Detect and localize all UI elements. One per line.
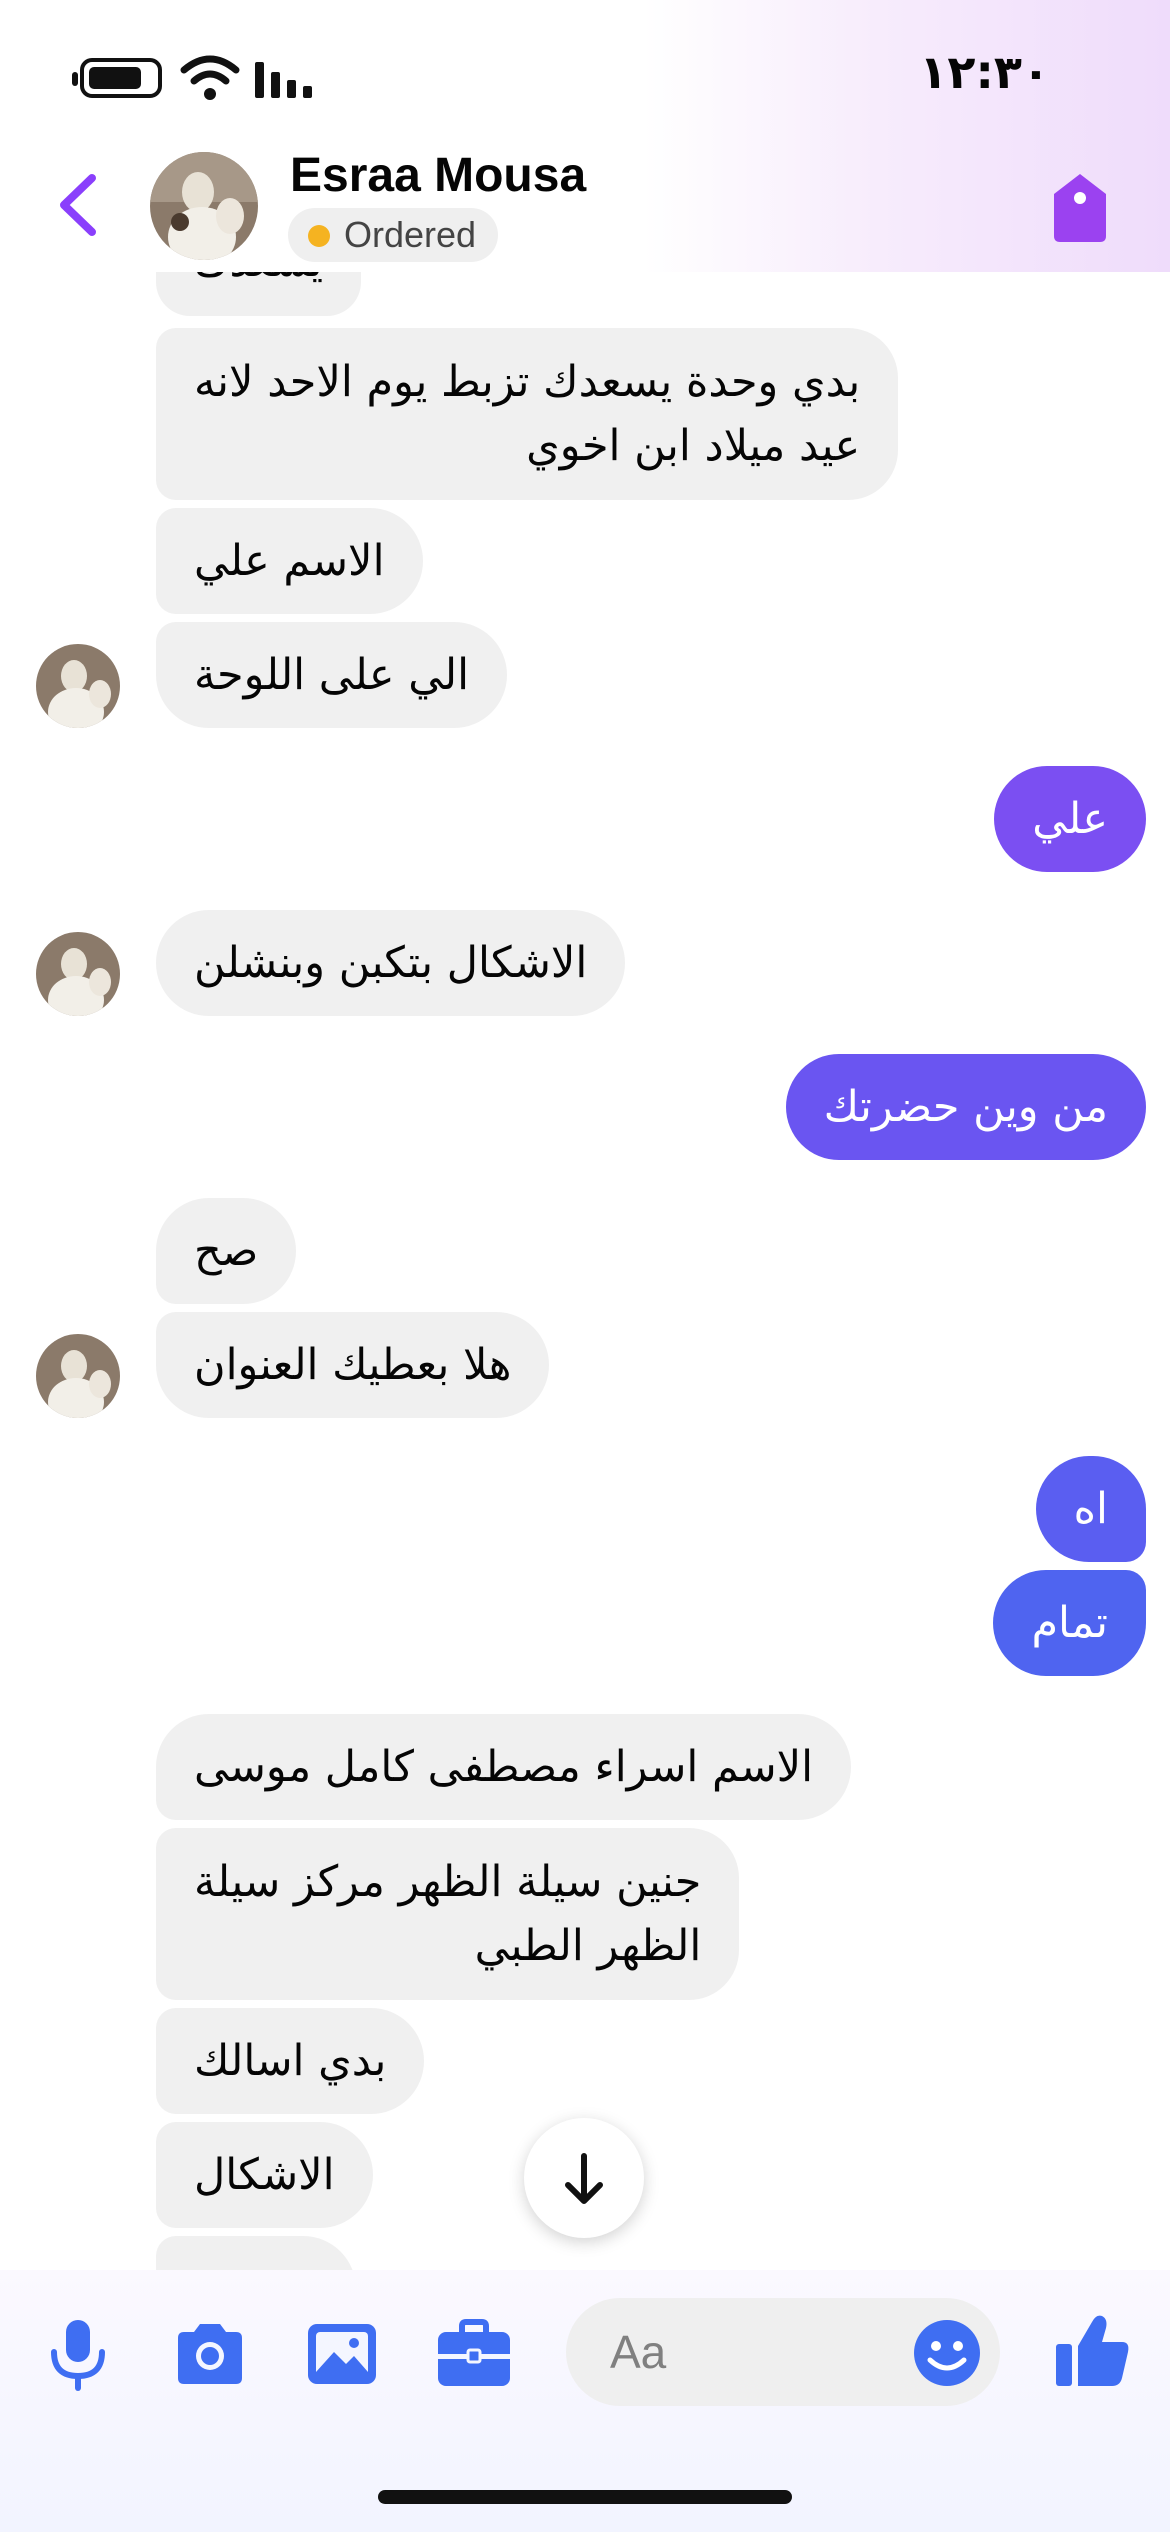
- home-indicator[interactable]: [378, 2490, 792, 2504]
- message-bubble-incoming[interactable]: الاشكال: [156, 2122, 373, 2228]
- status-dot: [308, 225, 330, 247]
- contact-avatar[interactable]: [150, 152, 258, 260]
- message-text: الاسم علي: [194, 536, 385, 586]
- sender-avatar[interactable]: [36, 932, 120, 1016]
- emoji-icon[interactable]: [912, 2318, 982, 2388]
- message-bubble-incoming[interactable]: الي على اللوحة: [156, 622, 508, 728]
- wifi-icon: [180, 55, 240, 100]
- message-bubble-incoming[interactable]: هلا بعطيك العنوان: [156, 1312, 550, 1418]
- message-text: تمام: [1031, 1598, 1108, 1648]
- scroll-to-bottom-button[interactable]: [524, 2118, 644, 2238]
- message-bubble-incoming[interactable]: الاشكال بتكبن وبنشلن: [156, 910, 626, 1016]
- message-bubble-incoming[interactable]: الاسم اسراء مصطفى كامل موسى: [156, 1714, 852, 1820]
- message-text: الي على اللوحة: [194, 650, 470, 700]
- message-list[interactable]: يسعدك بدي وحدة يسعدك تزبط يوم الاحد لانه…: [0, 272, 1170, 2270]
- message-bubble-outgoing[interactable]: تمام: [993, 1570, 1146, 1676]
- message-text-line: بدي وحدة يسعدك تزبط يوم الاحد لانه: [194, 357, 861, 407]
- tag-icon[interactable]: [1050, 172, 1110, 244]
- image-icon[interactable]: [304, 2316, 380, 2392]
- message-bubble-incoming[interactable]: بدي اسالك: [156, 2008, 425, 2114]
- message-text: هلا بعطيك العنوان: [194, 1340, 512, 1390]
- message-text: علي: [1032, 794, 1108, 844]
- message-text: الاسم اسراء مصطفى كامل موسى: [194, 1742, 814, 1792]
- microphone-icon[interactable]: [40, 2316, 116, 2392]
- message-bubble-incoming[interactable]: جنين سيلة الظهر مركز سيلة الظهر الطبي: [156, 1828, 740, 2000]
- message-bubble-outgoing[interactable]: من وين حضرتك: [785, 1054, 1146, 1160]
- order-status-badge[interactable]: Ordered: [288, 208, 499, 262]
- arrow-down-icon: [565, 2153, 603, 2204]
- message-bubble-incoming[interactable]: الاسم علي: [156, 508, 423, 614]
- message-bubble-incoming[interactable]: [156, 2236, 356, 2270]
- sender-avatar[interactable]: [36, 1334, 120, 1418]
- message-bubble-incoming[interactable]: صح: [156, 1198, 297, 1304]
- message-bubble-incoming[interactable]: بدي وحدة يسعدك تزبط يوم الاحد لانه عيد م…: [156, 328, 899, 500]
- message-text: اه: [1073, 1484, 1108, 1534]
- message-text-line: جنين سيلة الظهر مركز سيلة: [194, 1857, 702, 1907]
- contact-name[interactable]: Esraa Mousa: [290, 148, 586, 203]
- status-bar: ١٢:٣٠: [0, 0, 1170, 150]
- thumbs-up-icon[interactable]: [1054, 2310, 1132, 2390]
- message-text: الاشكال: [194, 2150, 335, 2200]
- camera-icon[interactable]: [172, 2316, 248, 2392]
- message-text: يسعدك: [194, 272, 323, 287]
- message-text: صح: [194, 1226, 259, 1276]
- sender-avatar[interactable]: [36, 644, 120, 728]
- battery-icon: [72, 58, 162, 98]
- signal-icon: [255, 62, 312, 98]
- message-text: بدي اسالك: [194, 2036, 387, 2086]
- status-time: ١٢:٣٠: [919, 45, 1050, 99]
- message-text-line: عيد ميلاد ابن اخوي: [526, 421, 861, 471]
- message-text: من وين حضرتك: [823, 1082, 1108, 1132]
- message-text: الاشكال بتكبن وبنشلن: [194, 938, 588, 988]
- message-bubble-outgoing[interactable]: اه: [1035, 1456, 1146, 1562]
- message-bubble-outgoing[interactable]: علي: [994, 766, 1146, 872]
- briefcase-icon[interactable]: [436, 2316, 512, 2392]
- order-status-label: Ordered: [344, 214, 477, 255]
- back-button[interactable]: [48, 170, 108, 240]
- message-text-line: الظهر الطبي: [474, 1921, 702, 1971]
- message-bubble-incoming[interactable]: يسعدك: [156, 272, 362, 316]
